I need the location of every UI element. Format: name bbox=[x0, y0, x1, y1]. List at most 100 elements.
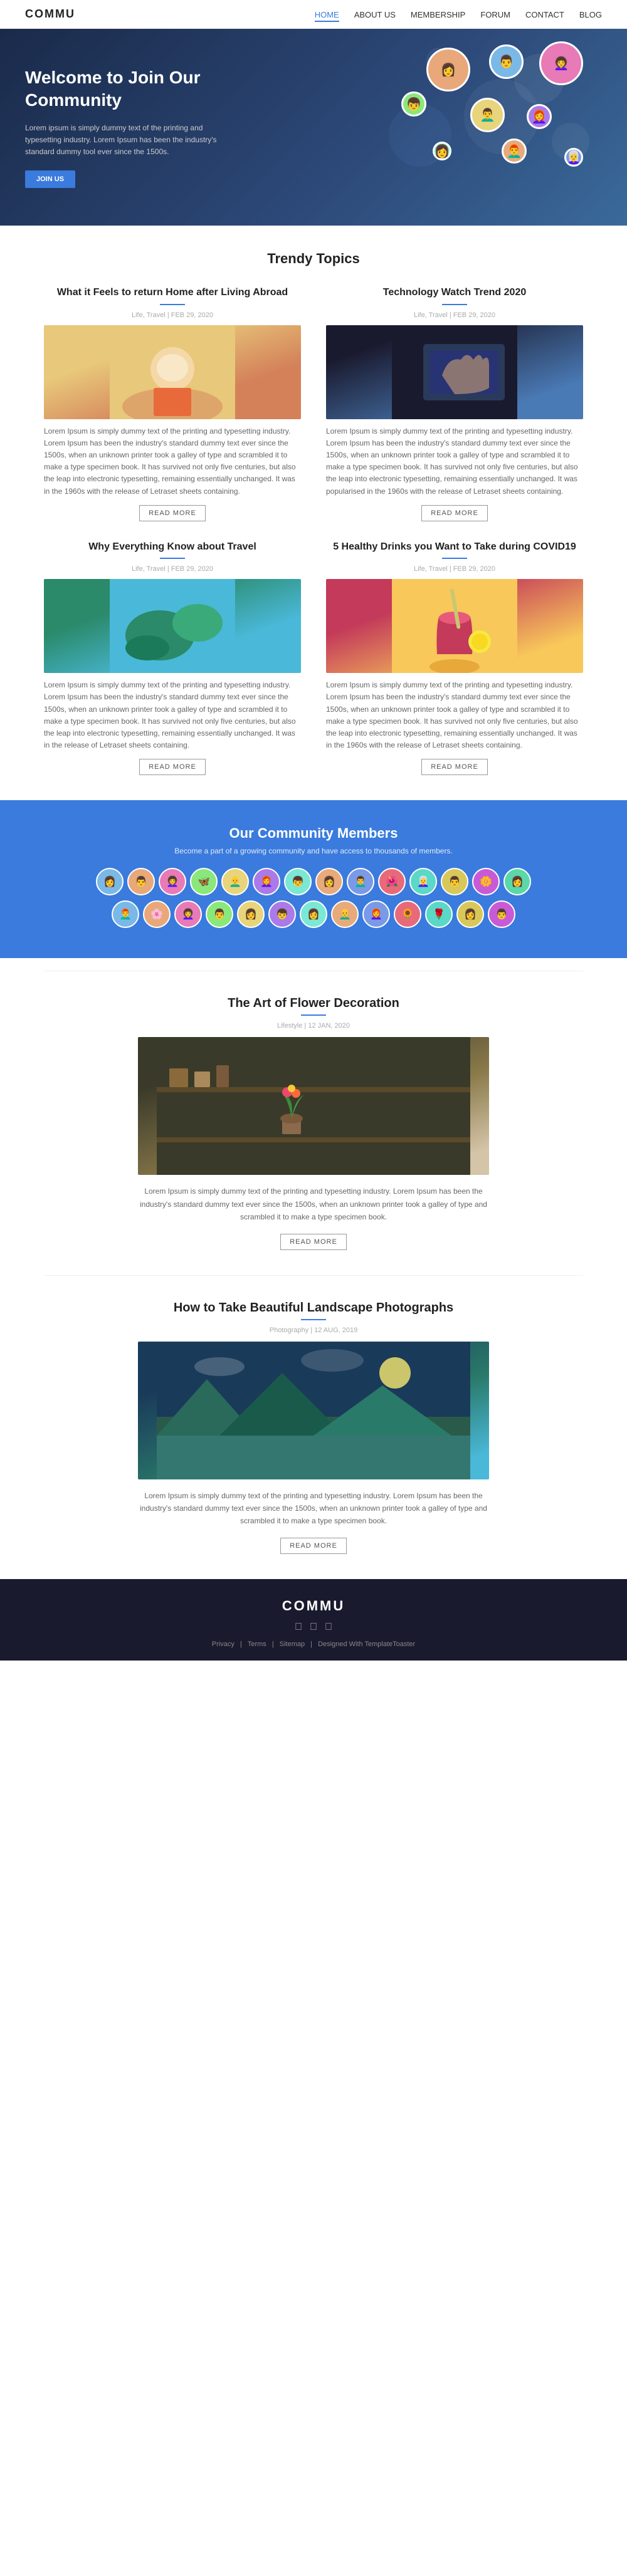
card-2-title: Technology Watch Trend 2020 bbox=[326, 286, 583, 300]
card-1-read-more[interactable]: READ MORE bbox=[139, 505, 206, 521]
card-1-title: What it Feels to return Home after Livin… bbox=[44, 286, 301, 300]
card-1-category: Life, Travel bbox=[132, 311, 166, 319]
footer-link-designed[interactable]: Designed With TemplateToaster bbox=[318, 1640, 415, 1648]
card-4-title: 5 Healthy Drinks you Want to Take during… bbox=[326, 540, 583, 554]
footer-link-privacy[interactable]: Privacy bbox=[212, 1640, 234, 1648]
nav-contact[interactable]: CONTACT bbox=[525, 10, 564, 19]
featured-2-title: How to Take Beautiful Landscape Photogra… bbox=[138, 1301, 489, 1315]
member-avatar-26: 👨 bbox=[488, 900, 515, 928]
card-1-divider bbox=[160, 304, 185, 305]
member-avatar-5: 👩‍🦰 bbox=[253, 868, 280, 895]
member-avatar-25: 👩 bbox=[456, 900, 484, 928]
community-subtitle: Become a part of a growing community and… bbox=[13, 847, 614, 855]
avatar-2: 👨 bbox=[489, 44, 524, 79]
nav-membership[interactable]: MEMBERSHIP bbox=[411, 10, 465, 19]
avatar-6: 👩‍🦰 bbox=[527, 104, 552, 129]
card-4: 5 Healthy Drinks you Want to Take during… bbox=[326, 540, 583, 776]
featured-1: The Art of Flower Decoration Lifestyle |… bbox=[125, 996, 502, 1249]
community-title: Our Community Members bbox=[13, 825, 614, 842]
card-2-divider bbox=[442, 304, 467, 305]
card-1-date: FEB 29, 2020 bbox=[171, 311, 213, 319]
avatar-5: 👨‍🦱 bbox=[470, 98, 505, 132]
member-avatar-10: 👩‍🦳 bbox=[409, 868, 437, 895]
avatar-9: 👩‍🦳 bbox=[564, 148, 583, 167]
avatar-3: 👩‍🦱 bbox=[539, 41, 583, 85]
member-avatar-24: 🌹 bbox=[425, 900, 453, 928]
featured-1-image bbox=[138, 1037, 489, 1175]
featured-1-category: Lifestyle bbox=[277, 1022, 302, 1030]
community-section: Our Community Members Become a part of a… bbox=[0, 800, 627, 958]
card-2-text: Lorem Ipsum is simply dummy text of the … bbox=[326, 425, 583, 498]
featured-1-read-more[interactable]: READ MORE bbox=[280, 1234, 347, 1250]
card-4-divider bbox=[442, 558, 467, 559]
footer-logo: COMMU bbox=[13, 1598, 614, 1614]
card-3-category: Life, Travel bbox=[132, 565, 166, 573]
footer-rss-link[interactable]:  bbox=[325, 1622, 332, 1633]
featured-2-divider bbox=[301, 1319, 326, 1320]
card-3-image bbox=[44, 579, 301, 673]
featured-2-read-more[interactable]: READ MORE bbox=[280, 1538, 347, 1554]
member-avatar-2: 👩‍🦱 bbox=[159, 868, 186, 895]
member-avatar-19: 👦 bbox=[268, 900, 296, 928]
featured-1-divider bbox=[301, 1014, 326, 1016]
member-avatar-3: 🦋 bbox=[190, 868, 218, 895]
card-2-category: Life, Travel bbox=[414, 311, 448, 319]
hero-heading: Welcome to Join Our Community bbox=[25, 66, 238, 112]
nav-links: HOME ABOUT US MEMBERSHIP FORUM CONTACT B… bbox=[315, 9, 602, 19]
card-3-date: FEB 29, 2020 bbox=[171, 565, 213, 573]
footer-twitter-link[interactable]:  bbox=[310, 1622, 317, 1633]
featured-2-category: Photography bbox=[270, 1327, 308, 1334]
member-avatar-23: 🌻 bbox=[394, 900, 421, 928]
card-4-text: Lorem Ipsum is simply dummy text of the … bbox=[326, 679, 583, 751]
hero-section: Welcome to Join Our Community Lorem ipsu… bbox=[0, 29, 627, 226]
divider-2 bbox=[44, 1275, 583, 1276]
featured-2-image bbox=[138, 1342, 489, 1479]
featured-1-date: 12 JAN, 2020 bbox=[308, 1022, 350, 1030]
featured-1-title: The Art of Flower Decoration bbox=[138, 996, 489, 1011]
member-avatar-17: 👨 bbox=[206, 900, 233, 928]
avatar-8: 👨‍🦰 bbox=[502, 138, 527, 164]
member-avatar-15: 🌸 bbox=[143, 900, 171, 928]
featured-2-date: 12 AUG, 2019 bbox=[314, 1327, 357, 1334]
card-2-read-more[interactable]: READ MORE bbox=[421, 505, 488, 521]
member-avatar-11: 👨 bbox=[441, 868, 468, 895]
navbar: COMMU HOME ABOUT US MEMBERSHIP FORUM CON… bbox=[0, 0, 627, 29]
card-3-read-more[interactable]: READ MORE bbox=[139, 759, 206, 775]
member-avatar-16: 👩‍🦱 bbox=[174, 900, 202, 928]
nav-blog[interactable]: BLOG bbox=[579, 10, 602, 19]
member-avatar-12: 🌼 bbox=[472, 868, 500, 895]
card-4-read-more[interactable]: READ MORE bbox=[421, 759, 488, 775]
featured-2: How to Take Beautiful Landscape Photogra… bbox=[125, 1301, 502, 1554]
hero-cta-button[interactable]: JOIN US bbox=[25, 170, 75, 188]
member-avatar-7: 👩 bbox=[315, 868, 343, 895]
hero-content: Welcome to Join Our Community Lorem ipsu… bbox=[25, 66, 238, 188]
featured-2-text: Lorem Ipsum is simply dummy text of the … bbox=[138, 1489, 489, 1528]
nav-about[interactable]: ABOUT US bbox=[354, 10, 396, 19]
footer-facebook-link[interactable]:  bbox=[295, 1622, 302, 1633]
nav-home[interactable]: HOME bbox=[315, 10, 339, 22]
footer: COMMU    Privacy | Terms | Sitemap | … bbox=[0, 1579, 627, 1661]
nav-forum[interactable]: FORUM bbox=[480, 10, 510, 19]
card-2-date: FEB 29, 2020 bbox=[453, 311, 495, 319]
member-avatar-4: 👨‍🦲 bbox=[221, 868, 249, 895]
trendy-section-title: Trendy Topics bbox=[0, 251, 627, 267]
card-3: Why Everything Know about Travel Life, T… bbox=[44, 540, 301, 776]
footer-link-sitemap[interactable]: Sitemap bbox=[280, 1640, 305, 1648]
member-avatar-0: 👩 bbox=[96, 868, 124, 895]
footer-link-terms[interactable]: Terms bbox=[248, 1640, 266, 1648]
site-logo[interactable]: COMMU bbox=[25, 8, 75, 21]
avatar-7: 👩 bbox=[433, 142, 451, 160]
member-avatar-13: 👩 bbox=[503, 868, 531, 895]
card-4-image bbox=[326, 579, 583, 673]
member-avatar-14: 👨‍🦰 bbox=[112, 900, 139, 928]
member-avatar-8: 👨‍🦱 bbox=[347, 868, 374, 895]
card-3-text: Lorem Ipsum is simply dummy text of the … bbox=[44, 679, 301, 751]
member-avatar-21: 👨‍🦲 bbox=[331, 900, 359, 928]
card-2-image bbox=[326, 325, 583, 419]
featured-1-text: Lorem Ipsum is simply dummy text of the … bbox=[138, 1185, 489, 1223]
footer-social:    bbox=[13, 1622, 614, 1633]
member-avatar-20: 👩 bbox=[300, 900, 327, 928]
member-avatar-6: 👦 bbox=[284, 868, 312, 895]
member-avatar-9: 🌺 bbox=[378, 868, 406, 895]
member-avatar-1: 👨 bbox=[127, 868, 155, 895]
